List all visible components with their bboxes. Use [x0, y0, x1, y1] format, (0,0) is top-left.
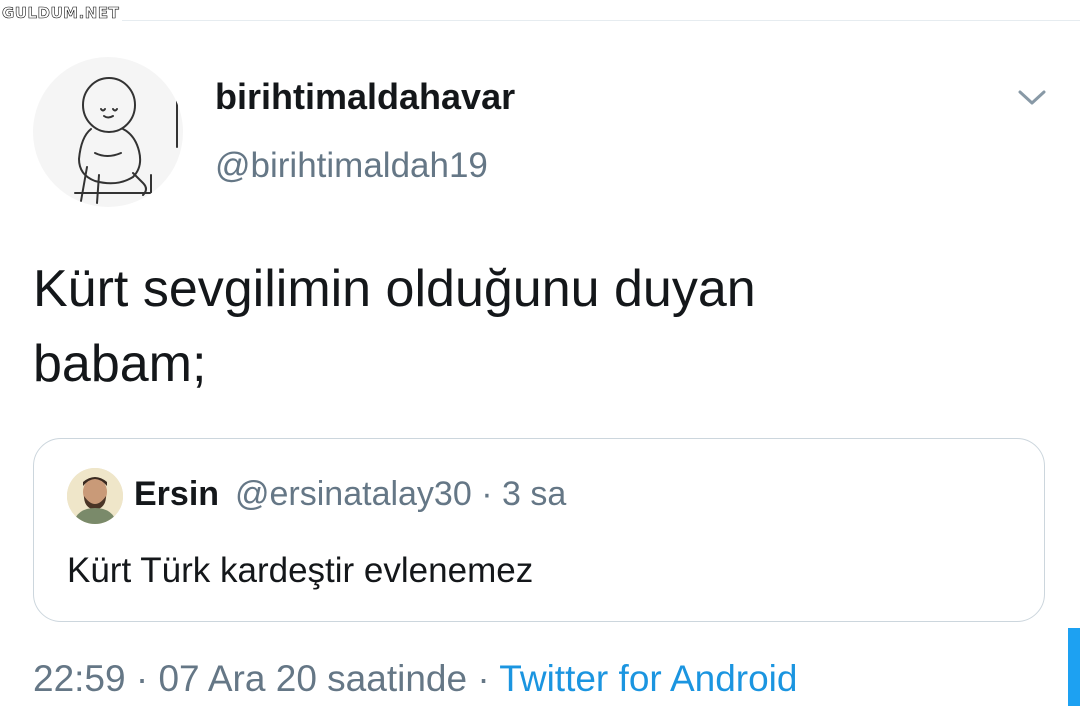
tweet-source-link[interactable]: Twitter for Android [499, 658, 797, 699]
chevron-down-icon[interactable] [1012, 82, 1052, 112]
user-handle[interactable]: @birihtimaldah19 [215, 146, 488, 186]
profile-avatar[interactable] [33, 57, 183, 207]
quoted-display-name: Ersin [134, 475, 220, 513]
watermark-divider [122, 20, 1080, 21]
tweet-text-line: Kürt sevgilimin olduğunu duyan [33, 260, 756, 318]
watermark-logo: GULDUM.NET [2, 4, 120, 23]
quoted-avatar-photo [67, 468, 123, 524]
tweet-footer: 22:59 · 07 Ara 20 saatinde · Twitter for… [33, 658, 797, 700]
footer-separator: · [135, 658, 149, 699]
quoted-meta: @ersinatalay30 · 3 sa [235, 475, 566, 514]
tweet-text-line: babam; [33, 335, 207, 393]
scroll-indicator [1068, 628, 1080, 706]
tweet-text: Kürt sevgilimin olduğunu duyan babam; [33, 252, 1033, 402]
meta-separator: · [481, 475, 493, 513]
quoted-tweet-card[interactable]: Ersin @ersinatalay30 · 3 sa Kürt Türk ka… [33, 438, 1045, 622]
display-name[interactable]: birihtimaldahavar [215, 76, 515, 118]
quoted-handle: @ersinatalay30 [235, 475, 472, 513]
quoted-text: Kürt Türk kardeştir evlenemez [67, 551, 534, 590]
quoted-avatar[interactable] [67, 468, 123, 524]
footer-separator: · [477, 658, 490, 699]
tweet-date: 07 Ara 20 saatinde [158, 658, 468, 699]
quoted-time: 3 sa [502, 475, 567, 513]
tweet-time: 22:59 [33, 658, 126, 699]
avatar-drawing [74, 77, 178, 206]
